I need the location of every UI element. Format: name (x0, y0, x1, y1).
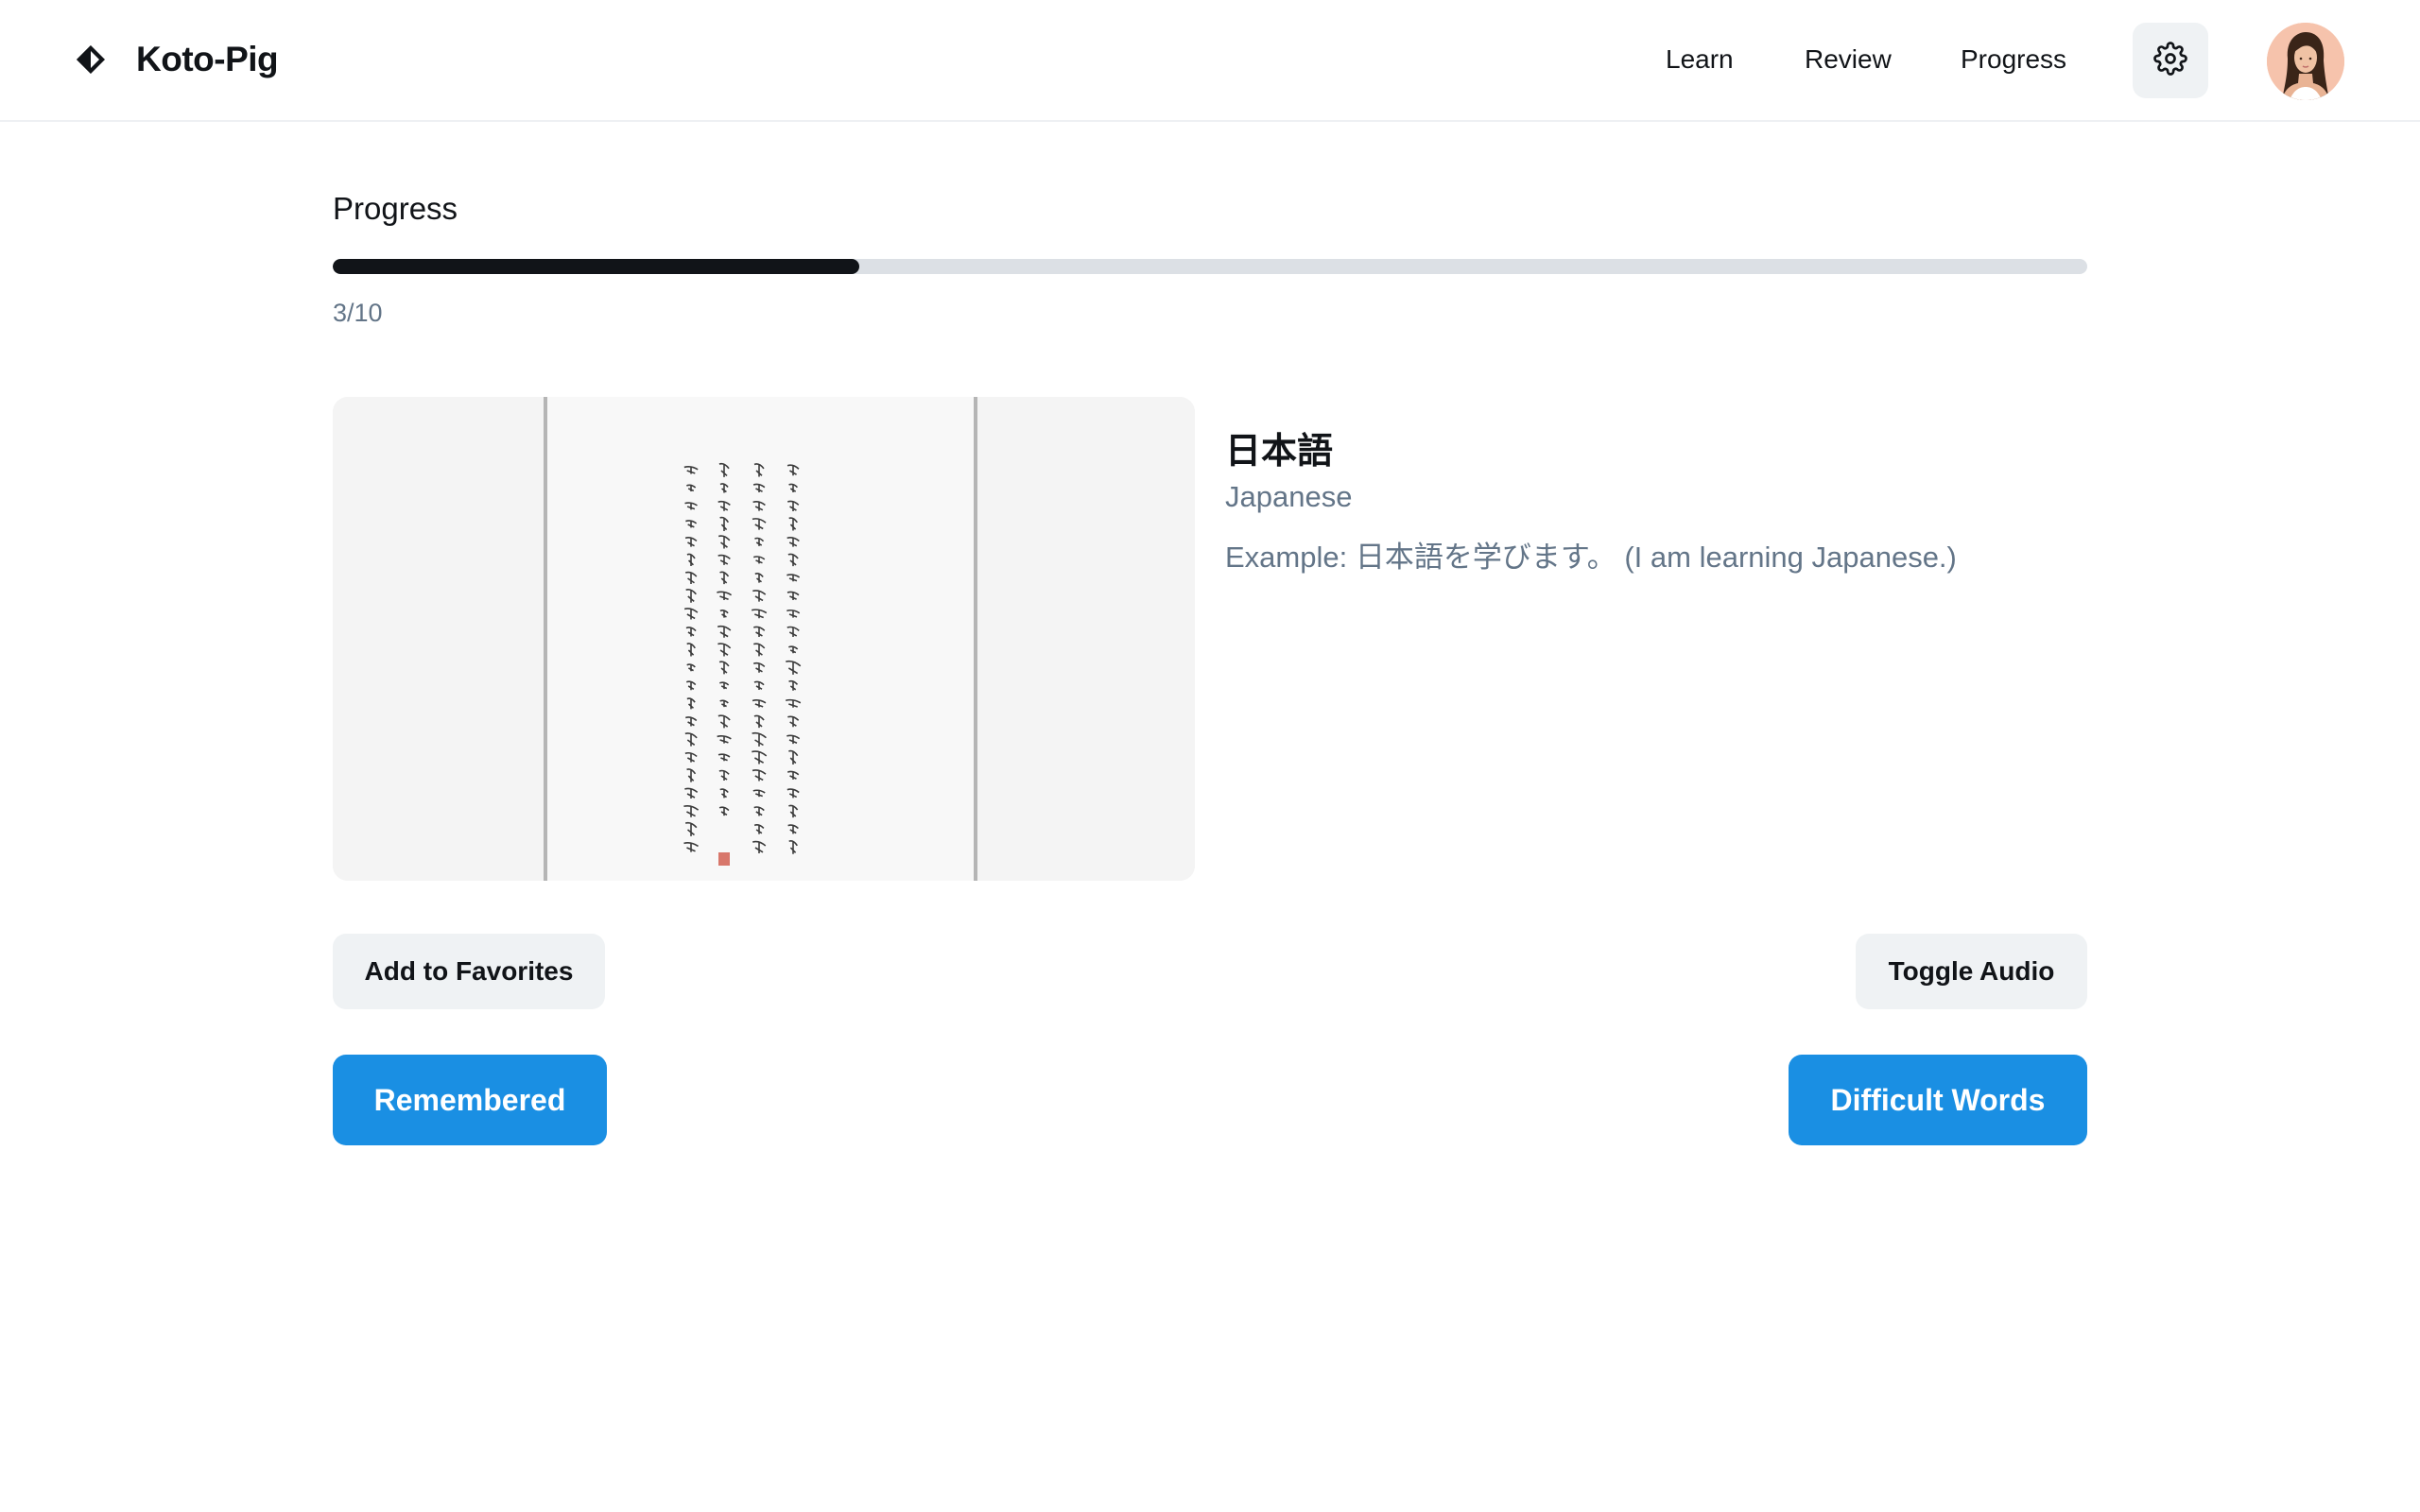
settings-button[interactable] (2133, 23, 2208, 98)
user-avatar[interactable] (2267, 23, 2344, 100)
progress-count: 3/10 (333, 299, 383, 327)
toggle-audio-button[interactable]: Toggle Audio (1856, 934, 2087, 1009)
brand-name: Koto-Pig (136, 40, 279, 78)
remembered-button[interactable]: Remembered (333, 1055, 607, 1145)
word-example: Example: 日本語を学びます。 (I am learning Japane… (1225, 541, 1957, 574)
brand[interactable]: Koto-Pig (74, 32, 279, 87)
add-to-favorites-button[interactable]: Add to Favorites (333, 934, 605, 1009)
difficult-words-button[interactable]: Difficult Words (1789, 1055, 2087, 1145)
diamond-logo-icon (74, 43, 108, 77)
calligraphy-scroll-image (333, 397, 1195, 881)
progress-title: Progress (333, 191, 458, 226)
word-term: 日本語 (1225, 432, 1334, 472)
word-translation: Japanese (1225, 480, 1353, 513)
nav-progress[interactable]: Progress (1961, 32, 2066, 87)
progress-bar (333, 259, 2087, 274)
top-navigation-bar: Koto-Pig Learn Review Progress (0, 0, 2420, 122)
nav-learn[interactable]: Learn (1666, 32, 1734, 87)
nav-review[interactable]: Review (1805, 32, 1892, 87)
gear-icon (2153, 41, 2187, 80)
progress-bar-fill (333, 259, 859, 274)
